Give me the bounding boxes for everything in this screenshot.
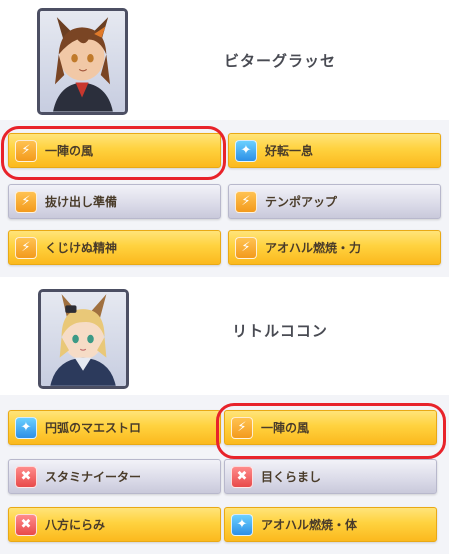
skill-label: くじけぬ精神 bbox=[45, 241, 118, 255]
skill-button[interactable]: ✦ アオハル燃焼・体 bbox=[224, 507, 437, 542]
skill-label: スタミナイーター bbox=[45, 470, 142, 484]
portrait-image bbox=[50, 294, 116, 386]
recovery-icon: ✦ bbox=[231, 513, 253, 536]
speed-icon: ⚡ bbox=[15, 236, 37, 259]
debuff-icon: ✖ bbox=[231, 465, 253, 488]
skill-label: テンポアップ bbox=[265, 195, 338, 209]
skill-button[interactable]: ⚡ アオハル燃焼・力 bbox=[228, 230, 441, 265]
skill-label: 円弧のマエストロ bbox=[45, 421, 142, 435]
skill-button[interactable]: ✖ 目くらまし bbox=[224, 459, 437, 494]
debuff-icon: ✖ bbox=[15, 513, 37, 536]
speed-icon: ⚡ bbox=[235, 236, 257, 259]
skill-button[interactable]: ✖ スタミナイーター bbox=[8, 459, 221, 494]
character-header: リトルココン bbox=[0, 277, 449, 395]
skill-label: 抜け出し準備 bbox=[45, 195, 118, 209]
character-name: リトルココン bbox=[232, 322, 328, 340]
portrait-image bbox=[53, 17, 113, 112]
skill-label: アオハル燃焼・体 bbox=[261, 518, 358, 532]
skill-button[interactable]: ⚡ テンポアップ bbox=[228, 184, 441, 219]
character-section-bitter-glasse: ビターグラッセ ⚡ 一陣の風 ✦ 好転一息 ⚡ 抜け出し準備 ⚡ テンポアップ ⚡ くじけ… bbox=[0, 0, 449, 277]
character-portrait[interactable] bbox=[37, 8, 128, 115]
skill-label: 八方にらみ bbox=[45, 518, 106, 532]
debuff-icon: ✖ bbox=[15, 465, 37, 488]
skill-button[interactable]: ✦ 円弧のマエストロ bbox=[8, 410, 221, 445]
character-portrait[interactable] bbox=[38, 289, 129, 389]
speed-icon: ⚡ bbox=[15, 190, 37, 213]
skill-button[interactable]: ⚡ 一陣の風 bbox=[224, 410, 437, 445]
skill-grid: ⚡ 一陣の風 ✦ 好転一息 ⚡ 抜け出し準備 ⚡ テンポアップ ⚡ くじけぬ精神 ⚡ アオハ… bbox=[0, 120, 449, 277]
skill-label: 目くらまし bbox=[261, 470, 322, 484]
skill-button[interactable]: ⚡ 抜け出し準備 bbox=[8, 184, 221, 219]
skill-label: 好転一息 bbox=[265, 144, 314, 158]
speed-icon: ⚡ bbox=[235, 190, 257, 213]
skill-button[interactable]: ⚡ 一陣の風 bbox=[8, 133, 221, 168]
skill-button[interactable]: ⚡ くじけぬ精神 bbox=[8, 230, 221, 265]
speed-icon: ⚡ bbox=[15, 139, 37, 162]
character-section-little-cocon: リトルココン ✦ 円弧のマエストロ ⚡ 一陣の風 ✖ スタミナイーター ✖ 目くらまし … bbox=[0, 277, 449, 554]
skill-button[interactable]: ✖ 八方にらみ bbox=[8, 507, 221, 542]
recovery-icon: ✦ bbox=[15, 416, 37, 439]
recovery-icon: ✦ bbox=[235, 139, 257, 162]
skill-button[interactable]: ✦ 好転一息 bbox=[228, 133, 441, 168]
skill-grid: ✦ 円弧のマエストロ ⚡ 一陣の風 ✖ スタミナイーター ✖ 目くらまし ✖ 八方にらみ … bbox=[0, 395, 449, 554]
speed-icon: ⚡ bbox=[231, 416, 253, 439]
skill-label: アオハル燃焼・力 bbox=[265, 241, 362, 255]
character-name: ビターグラッセ bbox=[223, 52, 336, 70]
character-header: ビターグラッセ bbox=[0, 0, 449, 120]
skill-label: 一陣の風 bbox=[45, 144, 94, 158]
skill-label: 一陣の風 bbox=[261, 421, 310, 435]
